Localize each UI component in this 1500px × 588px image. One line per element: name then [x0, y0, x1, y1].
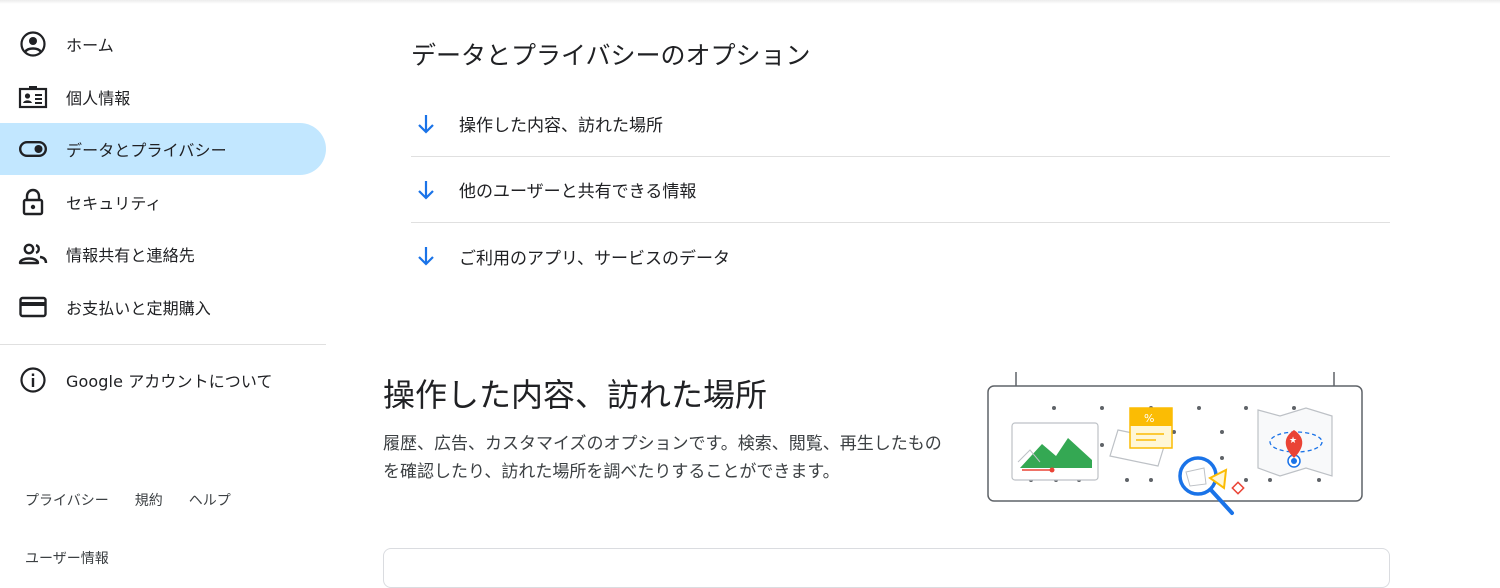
option-label: 操作した内容、訪れた場所	[459, 116, 663, 136]
sidebar-item-sharing[interactable]: 情報共有と連絡先	[0, 228, 326, 280]
sidebar-item-label: お支払いと定期購入	[66, 298, 211, 318]
sidebar-item-label: 情報共有と連絡先	[66, 246, 195, 266]
page-title: データとプライバシーのオプション	[411, 41, 811, 70]
sidebar-item-label: セキュリティ	[66, 193, 162, 213]
activity-illustration: % ★	[984, 368, 1366, 518]
activity-description: 履歴、広告、カスタマイズのオプションです。検索、閲覧、再生したものを確認したり、…	[383, 434, 942, 482]
option-app-data[interactable]: ご利用のアプリ、サービスのデータ	[411, 223, 1390, 289]
option-activity[interactable]: 操作した内容、訪れた場所	[411, 91, 1390, 157]
arrow-down-icon	[411, 175, 441, 205]
sidebar-nav: ホーム 個人情報 データとプライバシー セキュリティ 情報共有と連絡先 お支払い…	[0, 18, 326, 334]
user-info-link[interactable]: ユーザー情報	[25, 548, 109, 568]
arrow-down-icon	[411, 109, 441, 139]
sidebar-item-label: 個人情報	[66, 88, 131, 108]
activity-section-title: 操作した内容、訪れた場所	[383, 376, 768, 414]
lock-icon	[18, 187, 48, 217]
option-label: 他のユーザーと共有できる情報	[459, 182, 697, 202]
activity-card	[383, 548, 1390, 588]
sidebar-item-label: データとプライバシー	[66, 141, 227, 161]
sidebar-divider	[0, 344, 326, 345]
id-card-icon	[18, 82, 48, 112]
account-circle-icon	[18, 29, 48, 59]
arrow-down-icon	[411, 241, 441, 271]
credit-card-icon	[18, 292, 48, 322]
people-icon	[18, 239, 48, 269]
info-icon	[18, 365, 48, 395]
footer-links: プライバシー 規約 ヘルプ	[25, 490, 231, 510]
help-link[interactable]: ヘルプ	[189, 490, 231, 510]
sidebar-item-about-account[interactable]: Google アカウントについて	[0, 354, 326, 406]
top-bar-shadow	[0, 0, 1500, 4]
sidebar-item-security[interactable]: セキュリティ	[0, 176, 326, 228]
privacy-link[interactable]: プライバシー	[25, 490, 109, 510]
sidebar-item-label: ホーム	[66, 36, 114, 55]
option-label: ご利用のアプリ、サービスのデータ	[459, 248, 730, 269]
svg-text:%: %	[1144, 412, 1154, 425]
sidebar-item-personal-info[interactable]: 個人情報	[0, 71, 326, 123]
terms-link[interactable]: 規約	[135, 490, 163, 510]
option-shared-info[interactable]: 他のユーザーと共有できる情報	[411, 157, 1390, 223]
sidebar-item-home[interactable]: ホーム	[0, 18, 326, 70]
toggle-icon	[18, 134, 48, 164]
sidebar-item-label: Google アカウントについて	[66, 372, 273, 391]
svg-text:★: ★	[1289, 436, 1297, 446]
options-list: 操作した内容、訪れた場所 他のユーザーと共有できる情報 ご利用のアプリ、サービス…	[411, 91, 1390, 289]
sidebar-about: Google アカウントについて	[0, 354, 326, 407]
sidebar-item-payments[interactable]: お支払いと定期購入	[0, 281, 326, 333]
sidebar-item-data-privacy[interactable]: データとプライバシー	[0, 123, 326, 176]
